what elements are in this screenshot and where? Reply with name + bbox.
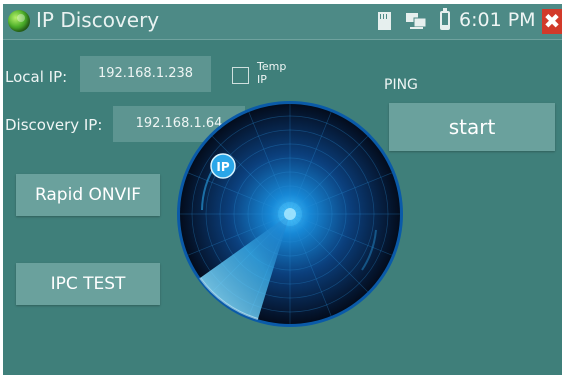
clock: 6:01 PM (459, 9, 536, 31)
local-ip-field[interactable]: 192.168.1.238 (80, 56, 211, 92)
title-bar: IP Discovery 6:01 PM ✖ (3, 4, 562, 40)
radar-scanner: IP (177, 101, 403, 327)
network-icon (406, 13, 427, 29)
screen: IP Discovery 6:01 PM ✖ Local IP: 192.168… (3, 4, 562, 375)
radar-center-glow (278, 202, 302, 226)
discovery-ip-label: Discovery IP: (5, 116, 103, 134)
ipc-test-button[interactable]: IPC TEST (16, 263, 160, 305)
app-globe-icon (8, 10, 30, 32)
ip-badge-text: IP (216, 160, 229, 174)
sd-card-icon (378, 12, 391, 30)
close-button[interactable]: ✖ (542, 9, 562, 34)
window-title: IP Discovery (36, 8, 160, 32)
ping-label: PING (384, 77, 418, 93)
local-ip-label: Local IP: (5, 68, 68, 86)
temp-ip-checkbox[interactable] (232, 67, 249, 84)
battery-icon (440, 8, 450, 30)
temp-ip-label: Temp IP (257, 60, 287, 86)
rapid-onvif-button[interactable]: Rapid ONVIF (16, 174, 160, 216)
start-button[interactable]: start (389, 103, 555, 151)
